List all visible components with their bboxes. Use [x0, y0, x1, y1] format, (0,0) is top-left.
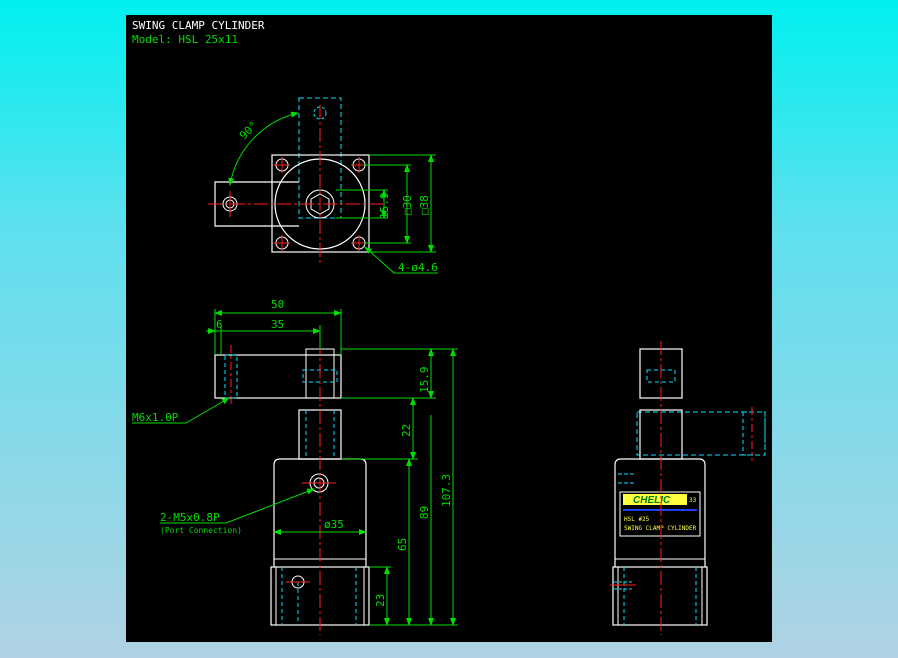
dim-top-15-9: 15.9 — [378, 193, 391, 220]
cad-drawing: SWING CLAMP CYLINDER Model: HSL 25x11 90… — [132, 19, 766, 635]
brand-badge: 33 — [689, 497, 697, 504]
nameplate-product: SWING CLAMP CYLINDER — [624, 525, 697, 532]
label-holes: 4-ø4.6 — [398, 261, 438, 274]
side-arm-hole-hidden — [742, 411, 766, 456]
side-arm-hidden — [636, 411, 766, 456]
dim-107-3: 107.3 — [440, 474, 453, 507]
side-view: CHELIC 33 HSL #25 SWING CLAMP CYLINDER — [610, 341, 766, 635]
label-port: 2-M5x0.8P — [160, 511, 220, 524]
dim-65: 65 — [396, 538, 409, 551]
dim-22: 22 — [400, 424, 413, 437]
nameplate-model: HSL #25 — [624, 516, 650, 523]
front-arm — [214, 354, 342, 399]
dim-23: 23 — [374, 594, 387, 607]
label-thread: M6x1.0P — [132, 411, 179, 424]
rotation-arc — [228, 111, 299, 186]
top-view: 90° 15.9 □30 □38 4-ø4.6 — [208, 97, 438, 274]
dim-89: 89 — [418, 506, 431, 519]
drawing-canvas: SWING CLAMP CYLINDER Model: HSL 25x11 90… — [126, 15, 772, 642]
dim-50: 50 — [271, 298, 284, 311]
dim-top-30: □30 — [401, 195, 414, 215]
front-view: 50 6 35 15.9 22 107.3 89 65 23 ø35 M6x1.… — [132, 298, 458, 635]
side-base — [612, 566, 708, 626]
dim-35: 35 — [271, 318, 284, 331]
dim-6: 6 — [216, 318, 223, 331]
dim-dia-35: ø35 — [324, 518, 344, 531]
brand-name: CHELIC — [633, 495, 671, 506]
label-port-note: (Port Connection) — [160, 526, 242, 535]
drawing-title: SWING CLAMP CYLINDER — [132, 19, 265, 32]
dim-top-38: □38 — [418, 195, 431, 215]
drawing-model: Model: HSL 25x11 — [132, 33, 238, 46]
dim-15-9: 15.9 — [418, 367, 431, 394]
dim-angle: 90° — [237, 119, 260, 142]
